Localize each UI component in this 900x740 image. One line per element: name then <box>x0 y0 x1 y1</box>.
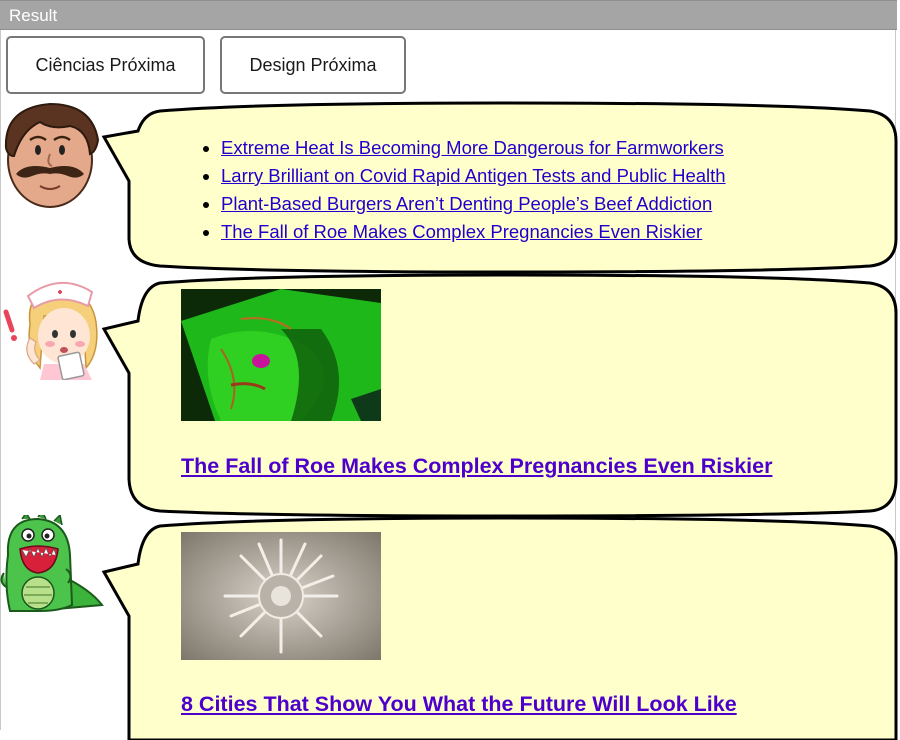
ultrasound-scan-image[interactable] <box>181 289 381 421</box>
list-item: Plant-Based Burgers Aren’t Denting Peopl… <box>221 190 726 218</box>
mustache-man-avatar <box>0 100 102 215</box>
result-titlebar: Result <box>0 0 897 30</box>
ciencias-proxima-button[interactable]: Ciências Próxima <box>6 36 205 94</box>
article-links-list: Extreme Heat Is Becoming More Dangerous … <box>221 134 726 246</box>
window-title: Result <box>9 6 58 25</box>
article-link[interactable]: Larry Brilliant on Covid Rapid Antigen T… <box>221 165 726 186</box>
list-item: Larry Brilliant on Covid Rapid Antigen T… <box>221 162 726 190</box>
design-proxima-button[interactable]: Design Próxima <box>220 36 406 94</box>
article-link[interactable]: Extreme Heat Is Becoming More Dangerous … <box>221 137 724 158</box>
article-link[interactable]: Plant-Based Burgers Aren’t Denting Peopl… <box>221 193 712 214</box>
article-headline-link[interactable]: The Fall of Roe Makes Complex Pregnancie… <box>181 454 772 479</box>
green-dinosaur-avatar <box>0 509 104 618</box>
list-item: Extreme Heat Is Becoming More Dangerous … <box>221 134 726 162</box>
list-item: The Fall of Roe Makes Complex Pregnancie… <box>221 218 726 246</box>
nurse-avatar <box>0 272 104 385</box>
article-headline-link[interactable]: 8 Cities That Show You What the Future W… <box>181 692 737 717</box>
article-link[interactable]: The Fall of Roe Makes Complex Pregnancie… <box>221 221 702 242</box>
futuristic-city-model-image[interactable] <box>181 532 381 660</box>
